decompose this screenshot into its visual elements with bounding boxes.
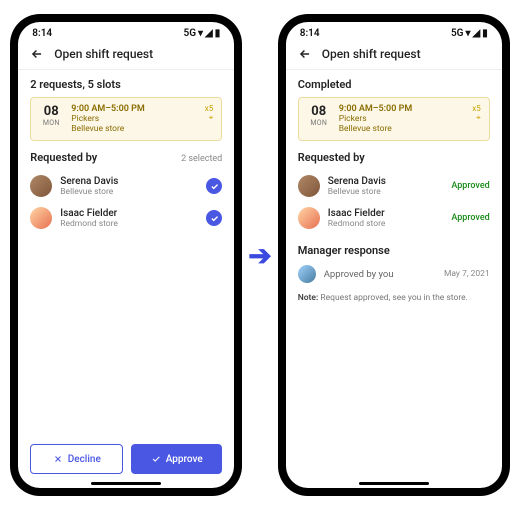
header: Open shift request: [286, 41, 502, 70]
person-name: Serena Davis: [60, 176, 198, 187]
home-indicator: [359, 482, 429, 485]
shift-location: Bellevue store: [71, 124, 197, 134]
shift-card[interactable]: 08 MON 9:00 AM–5:00 PM Pickers Bellevue …: [30, 97, 222, 141]
status-net: 5G: [183, 28, 196, 39]
content: Completed 08 MON 9:00 AM–5:00 PM Pickers…: [286, 70, 502, 488]
manager-note: Note: Request approved, see you in the s…: [298, 293, 490, 303]
shift-time: 9:00 AM–5:00 PM: [339, 104, 465, 114]
shift-location: Bellevue store: [339, 124, 465, 134]
person-sub: Bellevue store: [328, 187, 444, 197]
check-icon: [151, 454, 161, 464]
person-sub: Redmond store: [328, 219, 444, 229]
status-net: 5G: [451, 28, 464, 39]
shift-role: Pickers: [339, 114, 465, 124]
page-title: Open shift request: [54, 47, 153, 61]
approve-label: Approve: [166, 454, 203, 465]
selected-count: 2 selected: [181, 154, 222, 164]
status-time: 8:14: [32, 28, 52, 39]
person-name: Isaac Fielder: [60, 208, 198, 219]
person-name: Isaac Fielder: [328, 208, 444, 219]
summary-line: Completed: [298, 78, 490, 91]
shift-role: Pickers: [71, 114, 197, 124]
wifi-icon: ▾: [198, 28, 203, 39]
shift-slots: x5: [472, 104, 480, 113]
shift-day-num: 08: [307, 104, 331, 119]
back-button[interactable]: [30, 47, 44, 61]
person-row[interactable]: Isaac Fielder Redmond store Approved: [298, 202, 490, 234]
avatar: [298, 207, 320, 229]
decline-button[interactable]: Decline: [30, 444, 123, 474]
requested-by-title: Requested by: [30, 151, 97, 164]
shift-card[interactable]: 08 MON 9:00 AM–5:00 PM Pickers Bellevue …: [298, 97, 490, 141]
phone-after: 8:14 5G ▾ ◢ ▮ Open shift request Complet…: [278, 14, 510, 496]
avatar: [30, 207, 52, 229]
screen: 8:14 5G ▾ ◢ ▮ Open shift request 2 reque…: [18, 22, 234, 488]
shift-day-dow: MON: [39, 119, 63, 127]
content: 2 requests, 5 slots 08 MON 9:00 AM–5:00 …: [18, 70, 234, 488]
screen: 8:14 5G ▾ ◢ ▮ Open shift request Complet…: [286, 22, 502, 488]
battery-icon: ▮: [482, 28, 488, 39]
avatar: [30, 175, 52, 197]
signal-icon: ◢: [205, 28, 213, 39]
header: Open shift request: [18, 41, 234, 70]
note-label: Note:: [298, 293, 319, 303]
shift-day-dow: MON: [307, 119, 331, 127]
summary-line: 2 requests, 5 slots: [30, 78, 222, 91]
note-text: Request approved, see you in the store.: [318, 293, 468, 303]
wifi-icon: ▾: [465, 28, 470, 39]
status-bar: 8:14 5G ▾ ◢ ▮: [18, 22, 234, 41]
person-name: Serena Davis: [328, 176, 444, 187]
location-pin-icon: ⌖: [205, 113, 213, 123]
approve-button[interactable]: Approve: [131, 444, 222, 474]
manager-text: Approved by you: [324, 269, 436, 280]
status-bar: 8:14 5G ▾ ◢ ▮: [286, 22, 502, 41]
person-row[interactable]: Isaac Fielder Redmond store: [30, 202, 222, 234]
manager-date: May 7, 2021: [444, 269, 490, 279]
signal-icon: ◢: [473, 28, 481, 39]
avatar: [298, 265, 316, 283]
status-time: 8:14: [300, 28, 320, 39]
arrow-right-icon: ➔: [248, 239, 271, 272]
shift-time: 9:00 AM–5:00 PM: [71, 104, 197, 114]
manager-row: Approved by you May 7, 2021: [298, 261, 490, 287]
back-button[interactable]: [298, 47, 312, 61]
requested-by-title: Requested by: [298, 151, 365, 164]
checkbox-checked-icon[interactable]: [206, 210, 222, 226]
person-row[interactable]: Serena Davis Bellevue store: [30, 170, 222, 202]
status-approved: Approved: [451, 181, 489, 191]
phone-before: 8:14 5G ▾ ◢ ▮ Open shift request 2 reque…: [10, 14, 242, 496]
shift-day-num: 08: [39, 104, 63, 119]
person-row[interactable]: Serena Davis Bellevue store Approved: [298, 170, 490, 202]
shift-slots: x5: [205, 104, 213, 113]
avatar: [298, 175, 320, 197]
home-indicator: [91, 482, 161, 485]
person-sub: Bellevue store: [60, 187, 198, 197]
battery-icon: ▮: [215, 28, 221, 39]
manager-response-title: Manager response: [298, 244, 490, 257]
page-title: Open shift request: [322, 47, 421, 61]
person-sub: Redmond store: [60, 219, 198, 229]
location-pin-icon: ⌖: [472, 113, 480, 123]
checkbox-checked-icon[interactable]: [206, 178, 222, 194]
close-icon: [53, 454, 63, 464]
status-approved: Approved: [451, 213, 489, 223]
decline-label: Decline: [68, 454, 101, 465]
action-buttons: Decline Approve: [30, 444, 222, 474]
